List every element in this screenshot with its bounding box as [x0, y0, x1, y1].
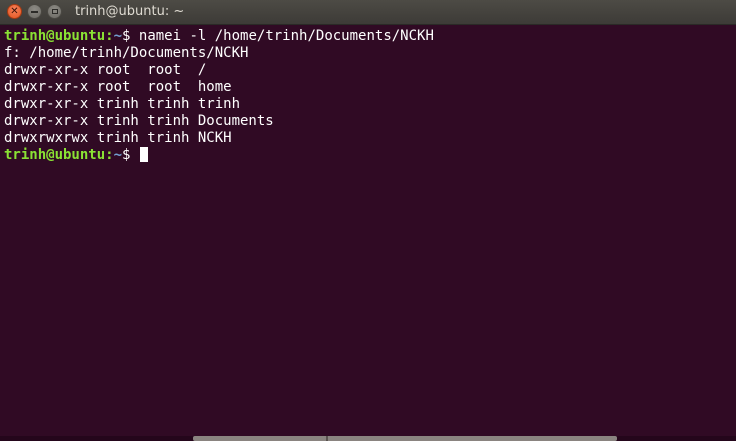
text-cursor — [139, 147, 148, 162]
command-line: trinh@ubuntu:~$ namei -l /home/trinh/Doc… — [4, 28, 736, 45]
horizontal-scrollbar[interactable] — [0, 436, 736, 441]
prompt-colon: : — [105, 28, 114, 44]
minimize-button[interactable] — [27, 4, 42, 19]
scrollbar-thumb[interactable] — [193, 436, 617, 441]
prompt-path: ~ — [113, 147, 123, 163]
maximize-button[interactable] — [47, 4, 62, 19]
maximize-icon — [51, 9, 58, 14]
output-line: drwxr-xr-x trinh trinh trinh — [4, 96, 241, 112]
output-line: drwxr-xr-x root root / — [4, 62, 207, 78]
output-line: drwxr-xr-x root root home — [4, 79, 232, 95]
output-line: drwxrwxrwx trinh trinh NCKH — [4, 130, 232, 146]
prompt-symbol: $ — [122, 28, 139, 44]
minimize-icon — [31, 10, 38, 13]
prompt-path: ~ — [113, 28, 123, 44]
scrollbar-notch — [326, 436, 328, 441]
terminal-view[interactable]: trinh@ubuntu:~$ namei -l /home/trinh/Doc… — [0, 26, 736, 436]
prompt-user: trinh@ubuntu — [4, 147, 106, 163]
window-controls: ✕ — [7, 4, 62, 19]
prompt-symbol: $ — [122, 147, 139, 163]
window-titlebar[interactable]: ✕ trinh@ubuntu: ~ — [0, 0, 736, 25]
close-button[interactable]: ✕ — [7, 4, 22, 19]
prompt-user: trinh@ubuntu — [4, 28, 106, 44]
window-title: trinh@ubuntu: ~ — [75, 4, 185, 19]
prompt-colon: : — [105, 147, 114, 163]
command-text: namei -l /home/trinh/Documents/NCKH — [138, 28, 434, 44]
output-line: drwxr-xr-x trinh trinh Documents — [4, 113, 274, 129]
close-icon: ✕ — [10, 5, 19, 17]
active-prompt-line[interactable]: trinh@ubuntu:~$ — [4, 147, 736, 164]
output-line: f: /home/trinh/Documents/NCKH — [4, 45, 249, 61]
